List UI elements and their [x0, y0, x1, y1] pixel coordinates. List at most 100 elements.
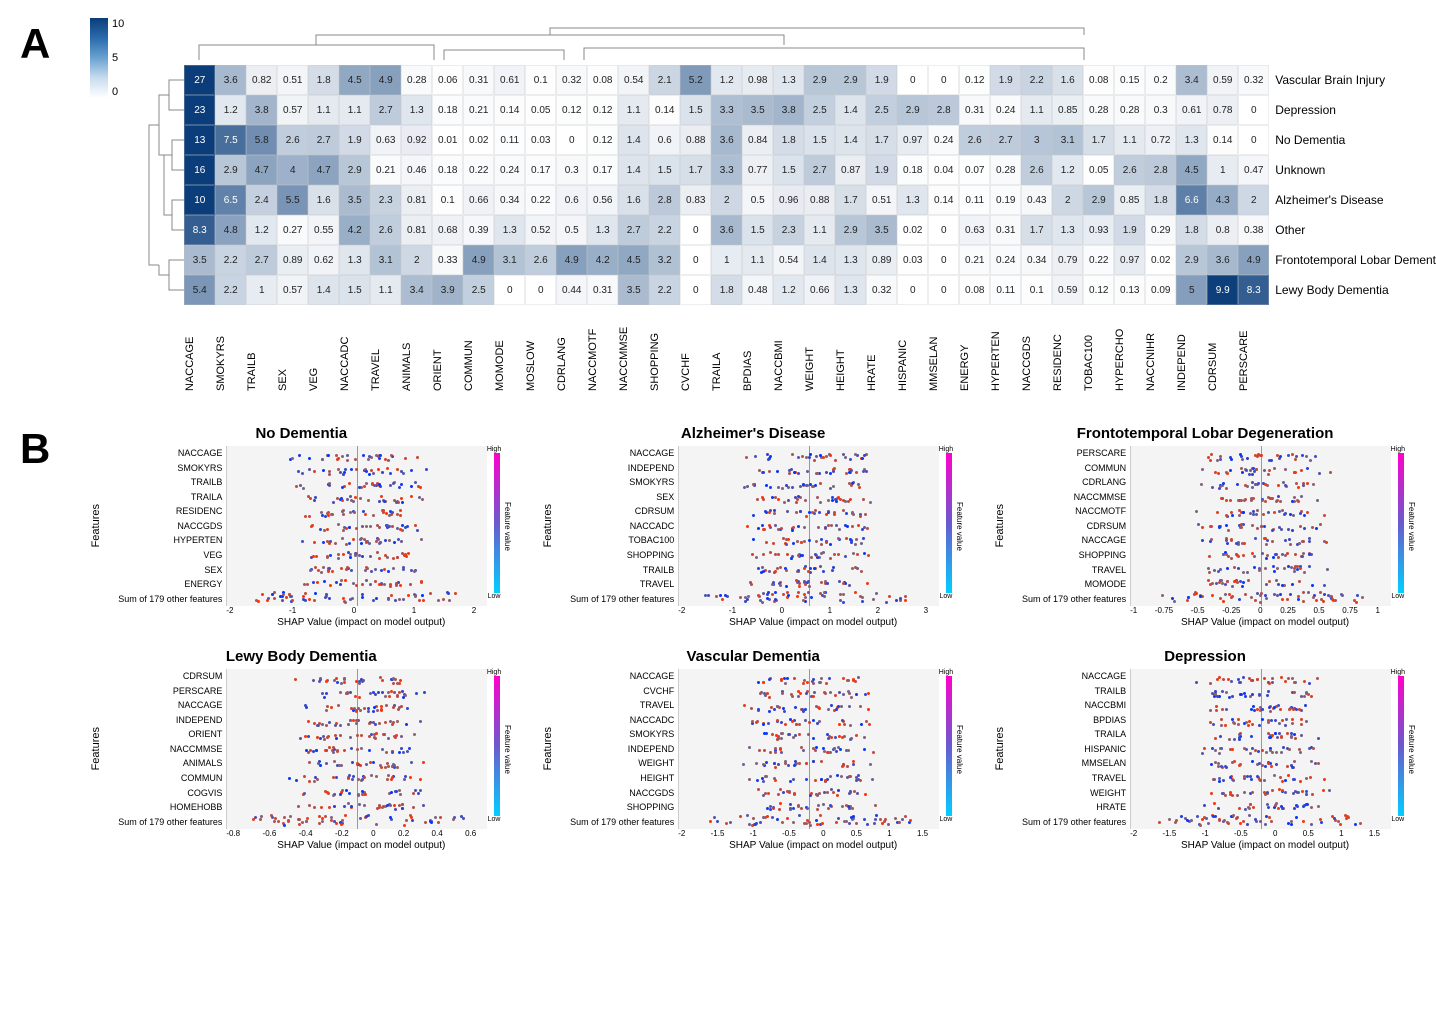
shap-dot — [351, 761, 354, 764]
heatmap-cell: 0.28 — [1114, 95, 1145, 125]
shap-dot — [1291, 722, 1294, 725]
shap-dot — [762, 471, 765, 474]
shap-dot — [378, 483, 381, 486]
shap-dot — [757, 788, 760, 791]
shap-dot — [1214, 737, 1217, 740]
shap-dot — [1251, 723, 1254, 726]
heatmap-cell: 4.5 — [339, 65, 370, 95]
heatmap-collabel: ORIENT — [432, 305, 463, 395]
shap-dot — [825, 682, 828, 685]
shap-dot — [287, 820, 290, 823]
heatmap-cell: 2.6 — [525, 245, 556, 275]
shap-dot — [803, 567, 806, 570]
heatmap-cell: 0.21 — [463, 95, 494, 125]
shap-dot — [385, 751, 388, 754]
heatmap-cell: 1.4 — [835, 95, 866, 125]
heatmap-cell: 0.22 — [1083, 245, 1114, 275]
heatmap-collabel: HISPANIC — [897, 305, 928, 395]
shap-dot — [809, 453, 812, 456]
shap-dot — [768, 710, 771, 713]
shap-dot — [376, 709, 379, 712]
heatmap-cell: 0.02 — [1145, 245, 1176, 275]
heatmap-cell: 0.24 — [990, 245, 1021, 275]
shap-dot — [1207, 567, 1210, 570]
shap-dot — [861, 528, 864, 531]
shap-dot — [802, 682, 805, 685]
shap-colorbar-high: High — [487, 669, 501, 676]
shap-dot — [291, 599, 294, 602]
shap-feature-label: COMMUN — [1010, 461, 1130, 475]
shap-dot — [1250, 778, 1253, 781]
shap-dot — [1299, 525, 1302, 528]
shap-dot — [392, 567, 395, 570]
shap-dot — [842, 693, 845, 696]
shap-dot — [369, 525, 372, 528]
shap-colorbar-low: Low — [488, 816, 501, 823]
shap-dot — [772, 581, 775, 584]
heatmap-cell: 2.7 — [990, 125, 1021, 155]
shap-dot — [324, 596, 327, 599]
shap-dot — [1320, 821, 1323, 824]
shap-dot — [746, 525, 749, 528]
heatmap-cell: 0.98 — [742, 65, 773, 95]
shap-dot — [414, 524, 417, 527]
shap-dot — [1158, 821, 1161, 824]
heatmap-cell: 0.57 — [277, 275, 308, 305]
shap-dot — [791, 453, 794, 456]
heatmap-cell: 6.5 — [215, 185, 246, 215]
heatmap-cell: 2.9 — [835, 65, 866, 95]
shap-dot — [398, 691, 401, 694]
heatmap-rowlabel: Unknown — [1269, 155, 1436, 185]
shap-dot — [787, 538, 790, 541]
heatmap-cell: 0.28 — [990, 155, 1021, 185]
shap-dot — [781, 821, 784, 824]
shap-dot — [766, 692, 769, 695]
shap-dot — [1222, 553, 1225, 556]
shap-xtick: 0 — [352, 606, 356, 615]
heatmap-cell: 4.9 — [463, 245, 494, 275]
heatmap-cell: 3.1 — [1052, 125, 1083, 155]
shap-dot — [755, 762, 758, 765]
heatmap-cell: 3.9 — [432, 275, 463, 305]
shap-dot — [314, 592, 317, 595]
heatmap-collabel: RESIDENC — [1052, 305, 1083, 395]
heatmap-cell: 2.7 — [308, 125, 339, 155]
shap-dot — [1302, 820, 1305, 823]
shap-dot — [792, 542, 795, 545]
shap-dot — [827, 807, 830, 810]
shap-dot — [797, 591, 800, 594]
shap-feature-label: NACCAGE — [1010, 669, 1130, 683]
shap-dot — [1280, 751, 1283, 754]
shap-feature-label: NACCADC — [558, 519, 678, 533]
shap-dot — [368, 735, 371, 738]
heatmap-cell: 1.3 — [587, 215, 618, 245]
shap-dot — [372, 514, 375, 517]
shap-dot — [819, 482, 822, 485]
shap-dot — [799, 510, 802, 513]
shap-dot — [1242, 581, 1245, 584]
heatmap-cell: 2.9 — [897, 95, 928, 125]
shap-dot — [899, 597, 902, 600]
shap-dot — [413, 733, 416, 736]
heatmap-cell: 0.63 — [959, 215, 990, 245]
heatmap-cell: 1.1 — [618, 95, 649, 125]
shap-dot — [798, 723, 801, 726]
heatmap-collabel: PERSCARE — [1238, 305, 1269, 395]
heatmap-collabel: MOSLOW — [525, 305, 556, 395]
shap-dot — [1243, 692, 1246, 695]
shap-dot — [398, 804, 401, 807]
shap-dot — [803, 526, 806, 529]
shap-dot — [1265, 597, 1268, 600]
shap-dot — [1292, 708, 1295, 711]
heatmap-collabel: BPDIAS — [742, 305, 773, 395]
shap-dot — [1255, 820, 1258, 823]
shap-dot — [829, 487, 832, 490]
shap-dot — [752, 483, 755, 486]
heatmap-cell: 0.85 — [1052, 95, 1083, 125]
shap-dot — [1310, 695, 1313, 698]
shap-dot — [1174, 821, 1177, 824]
heatmap-cell: 4.5 — [1176, 155, 1207, 185]
shap-dot — [739, 815, 742, 818]
shap-dot — [1264, 500, 1267, 503]
shap-xtick: 1.5 — [917, 829, 928, 838]
